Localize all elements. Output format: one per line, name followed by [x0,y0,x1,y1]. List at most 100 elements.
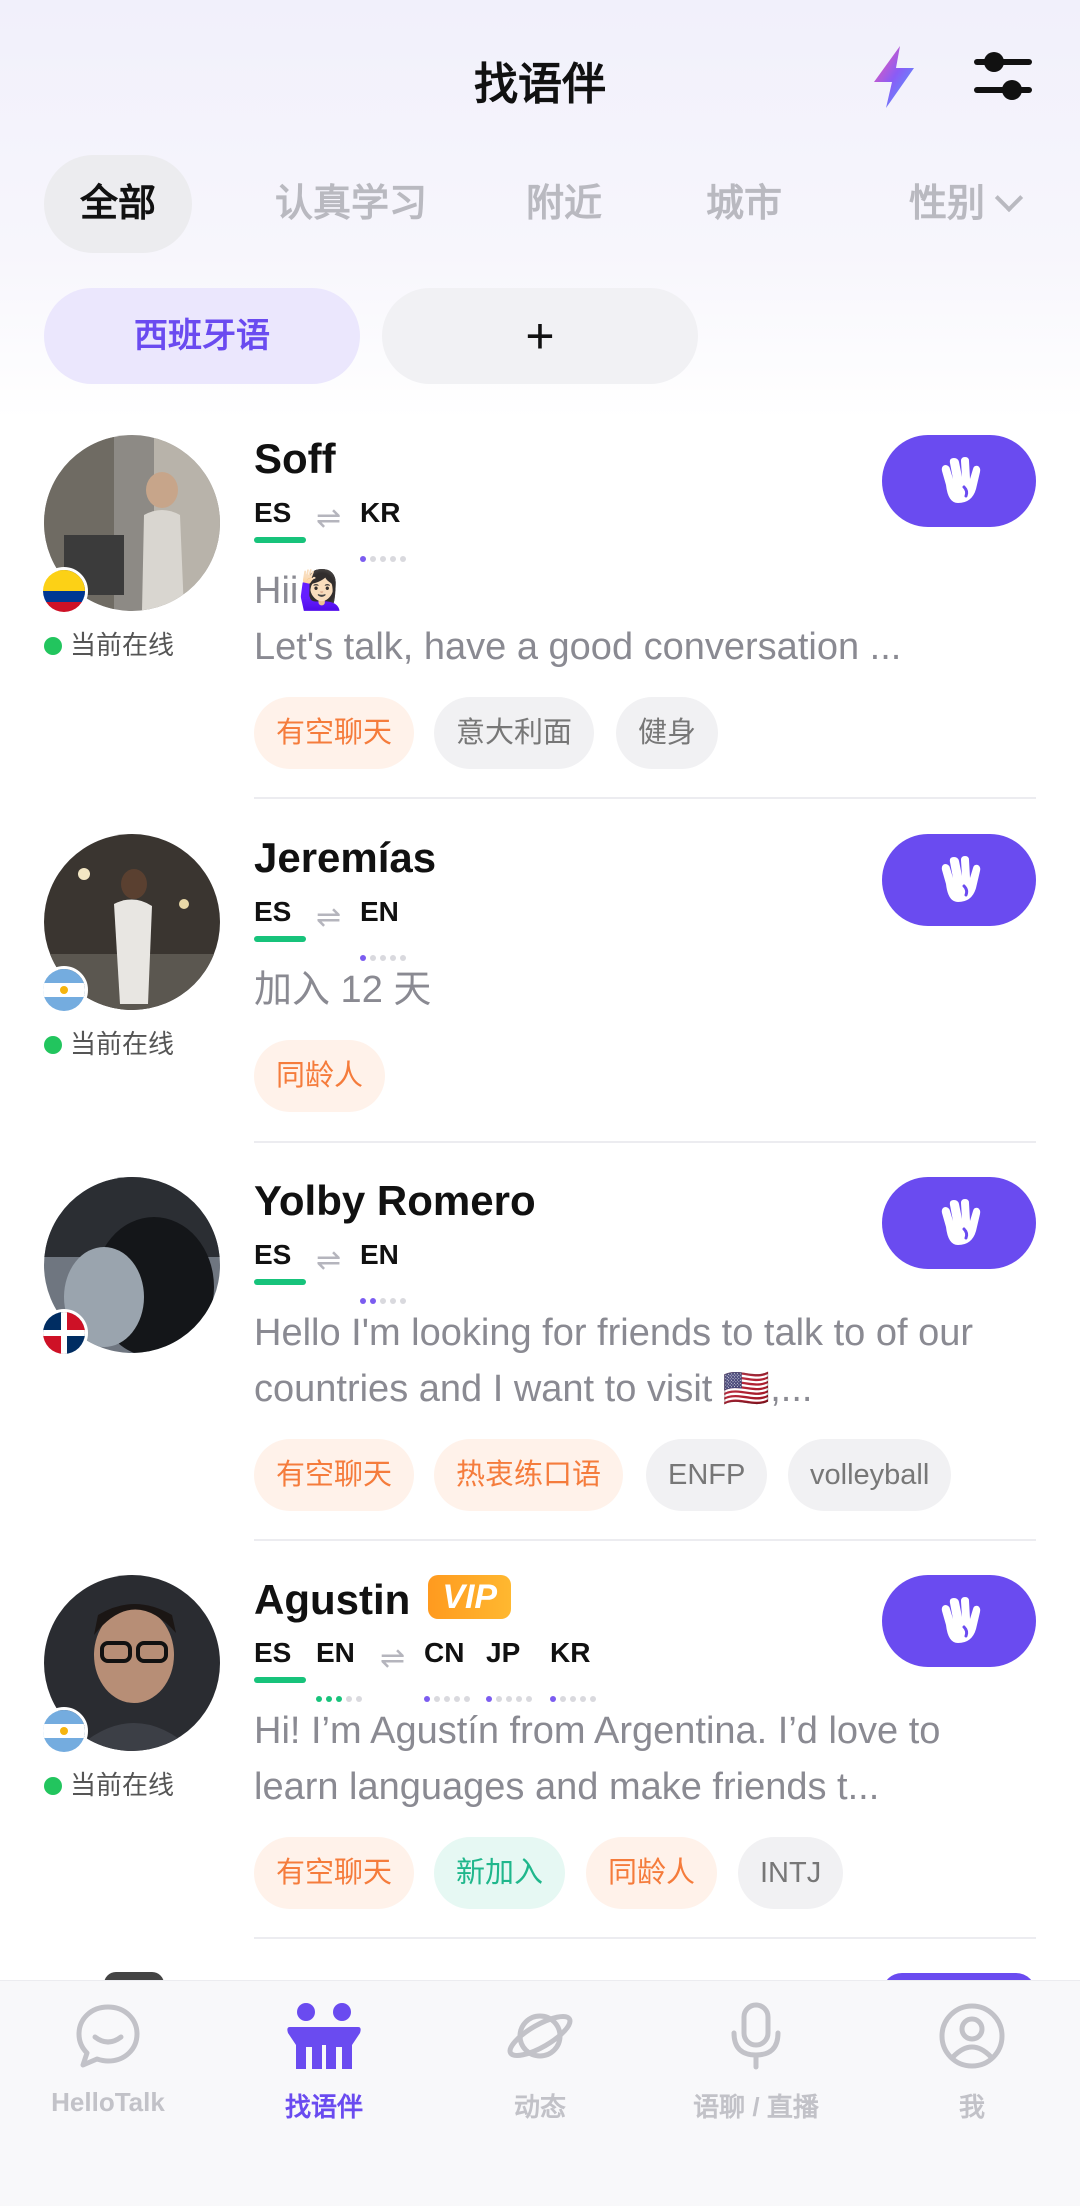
user-name: Soff [254,435,336,482]
language-code: EN [360,896,399,927]
nav-hellotalk[interactable]: HelloTalk [0,2001,216,2118]
swap-arrows-icon: ⇌ [380,1642,406,1675]
filter-tabs: 全部 认真学习 附近 城市 性别 [44,155,1054,253]
native-bar [254,537,306,543]
tab-serious-study[interactable]: 认真学习 [256,155,446,253]
native-language: ES [254,896,306,942]
nav-find-partner[interactable]: 找语伴 [216,2001,432,2124]
profile-icon [939,2003,1005,2069]
tag: INTJ [738,1837,844,1909]
lightning-icon[interactable] [866,44,922,110]
bottom-navigation: HelloTalk 找语伴 动态 语聊 / 直播 我 [0,1980,1080,2206]
nav-label: 动态 [513,2092,566,2122]
vip-badge: VIP [428,1575,512,1619]
native-bar [254,1677,306,1683]
microphone-icon [731,2002,781,2070]
learning-language: EN [360,896,406,961]
learning-language: JP [486,1637,532,1702]
language-code: ES [254,497,292,528]
online-dot-icon [44,1036,62,1054]
nav-label: 我 [958,2092,985,2122]
swap-arrows-icon: ⇌ [316,1244,342,1277]
native-bar [254,936,306,942]
language-code: CN [424,1637,465,1668]
argentina-flag-icon [40,1707,88,1755]
wave-button[interactable] [882,435,1036,527]
online-dot-icon [44,637,62,655]
online-dot-icon [44,1777,62,1795]
user-name: Jeremías [254,834,437,881]
online-status-label: 当前在线 [70,1770,175,1800]
tag: 新加入 [434,1837,566,1909]
tag: 有空聊天 [254,1439,415,1511]
chevron-down-icon [994,183,1024,213]
nav-voice-live[interactable]: 语聊 / 直播 [648,2001,864,2124]
language-filter-spanish[interactable]: 西班牙语 [44,288,360,384]
user-name: Agustin [254,1576,411,1623]
online-status: 当前在线 [44,625,174,662]
add-language-button[interactable]: + [382,288,698,384]
tab-gender[interactable]: 性别 [874,155,1054,253]
nav-moments[interactable]: 动态 [432,2001,648,2124]
language-code: JP [486,1637,521,1668]
tag: 同龄人 [586,1837,718,1909]
user-card[interactable]: 当前在线 Soff ES ⇌ KR Hii🙋🏻‍♀️ Let's talk, h… [0,435,1080,800]
colombia-flag-icon [40,567,88,615]
tag: 有空聊天 [254,697,415,769]
divider [254,1141,1036,1143]
user-name-row: Agustin VIP [254,1575,512,1624]
wave-hand-icon [941,856,981,902]
divider [254,797,1036,799]
learning-language: KR [360,497,406,562]
wave-button[interactable] [882,834,1036,926]
divider [254,1539,1036,1541]
user-bio: Hii🙋🏻‍♀️ Let's talk, have a good convers… [254,570,902,668]
tab-all[interactable]: 全部 [44,155,192,253]
tag: 热衷练口语 [434,1439,624,1511]
argentina-flag-icon [40,966,88,1014]
online-status: 当前在线 [44,1765,174,1802]
user-bio: Hi! I’m Agustín from Argentina. I’d love… [254,1710,941,1808]
learning-language: KR [550,1637,596,1702]
user-bio: 加入 12 天 [254,969,432,1011]
online-status-label: 当前在线 [70,1029,175,1059]
user-bio: Hello I'm looking for friends to talk to… [254,1312,974,1410]
language-code: KR [550,1637,591,1668]
nav-me[interactable]: 我 [864,2001,1080,2124]
tag: ENFP [646,1439,768,1511]
language-code: ES [254,1637,292,1668]
user-card[interactable]: Yolby Romero ES ⇌ EN Hello I'm looking f… [0,1177,1080,1542]
learning-language: CN [424,1637,470,1702]
language-code: EN [360,1239,399,1270]
native-language: ES [254,1239,306,1285]
native-language: ES [254,497,306,543]
nav-label: HelloTalk [51,2087,165,2117]
language-code: KR [360,497,401,528]
user-card[interactable]: 当前在线 Jeremías ES ⇌ EN 加入 12 天 同龄人 [0,834,1080,1144]
user-card[interactable]: 当前在线 Agustin VIP ES EN ⇌ CN JP KR Hi! I’m… [0,1575,1080,1940]
wave-hand-icon [941,457,981,503]
tab-city[interactable]: 城市 [694,155,794,253]
language-code: ES [254,896,292,927]
nav-label: 找语伴 [284,2092,363,2122]
tab-gender-label: 性别 [908,183,985,225]
tag: 健身 [616,697,719,769]
chat-bubble-icon [76,2004,140,2068]
learning-language: EN [316,1637,362,1702]
native-bar [254,1279,306,1285]
filter-settings-icon[interactable] [972,50,1034,102]
tag: 有空聊天 [254,1837,415,1909]
tab-nearby[interactable]: 附近 [514,155,614,253]
swap-arrows-icon: ⇌ [316,502,342,535]
language-code: EN [316,1637,355,1668]
tag: 同龄人 [254,1040,386,1112]
swap-arrows-icon: ⇌ [316,901,342,934]
people-icon [287,2003,361,2069]
dominican-republic-flag-icon [40,1309,88,1357]
wave-button[interactable] [882,1575,1036,1667]
wave-button[interactable] [882,1177,1036,1269]
wave-hand-icon [941,1597,981,1643]
user-name: Yolby Romero [254,1177,536,1224]
native-language: ES [254,1637,306,1683]
learning-language: EN [360,1239,406,1304]
